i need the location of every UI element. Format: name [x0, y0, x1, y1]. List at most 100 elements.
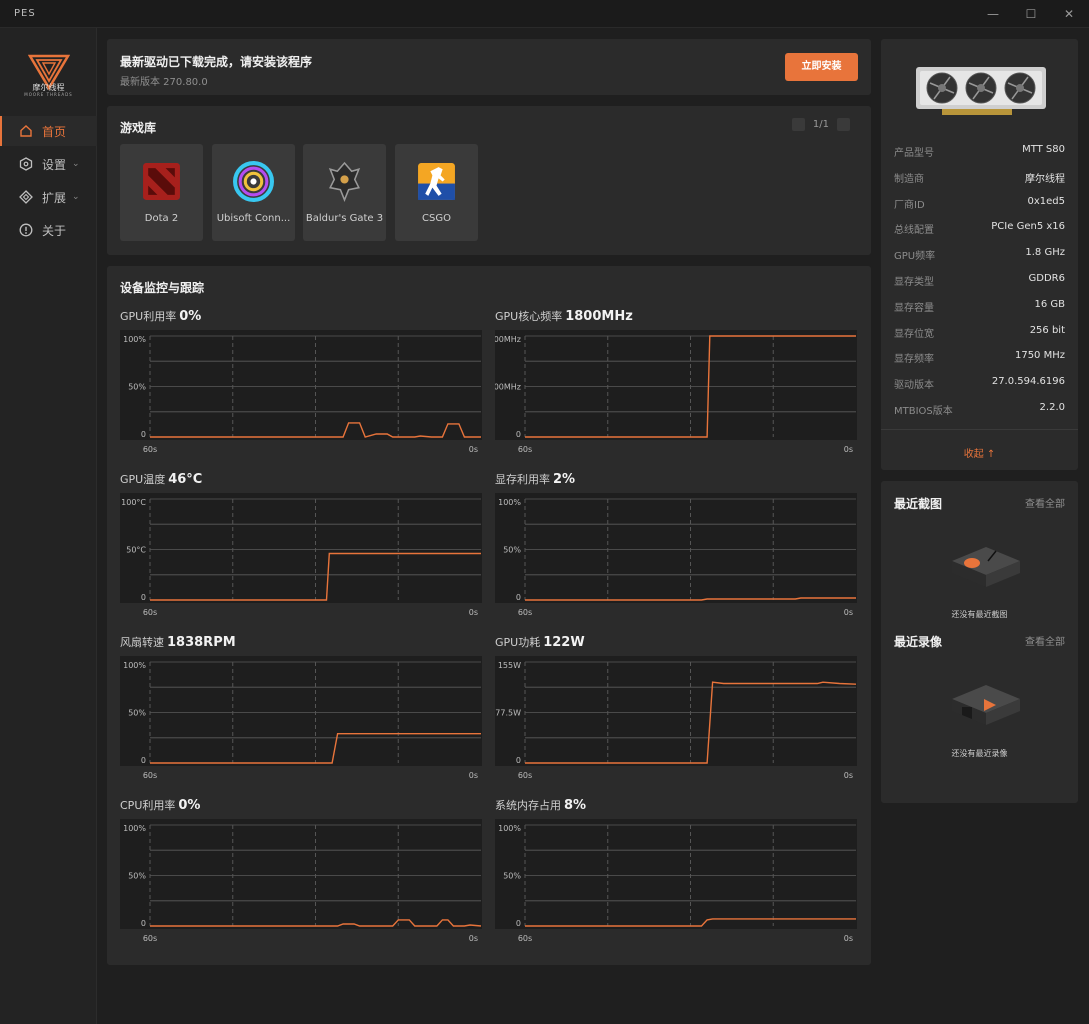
x-tick-right: 0s — [844, 771, 853, 780]
monitor-chart: 100% 50% 0 60s 0s — [120, 819, 482, 943]
monitor-chart: 1800MHz 900MHz 0 60s 0s — [495, 330, 857, 454]
library-pager: 1/1 — [784, 118, 858, 131]
spec-value: 1.8 GHz — [1025, 247, 1065, 259]
chart-label: CPU利用率 0% — [120, 797, 200, 813]
chart-metric-name: GPU温度 — [120, 473, 166, 486]
view-all-recordings-link[interactable]: 查看全部 — [1025, 633, 1065, 648]
baldurs-gate-3-icon — [328, 161, 361, 202]
prev-page-button[interactable] — [791, 118, 805, 131]
chart-background — [495, 330, 857, 440]
chart-metric-value: 2% — [553, 472, 576, 487]
x-tick-left: 60s — [518, 608, 532, 617]
y-tick-top: 155W — [498, 661, 521, 670]
game-tile-csgo[interactable]: CSGO — [395, 144, 478, 241]
monitor-chart: 100°C 50°C 0 60s 0s — [120, 493, 482, 617]
y-tick-top: 100% — [123, 335, 146, 344]
chart-label: GPU核心频率 1800MHz — [495, 308, 633, 324]
x-tick-left: 60s — [518, 445, 532, 454]
x-tick-right: 0s — [469, 934, 478, 943]
game-name: CSGO — [422, 213, 451, 224]
game-tile-dota2[interactable]: Dota 2 — [120, 144, 203, 241]
sidebar: 摩尔线程 MOORE THREADS 首页 设置 ⌄ 扩展 ⌄ 关于 — [0, 28, 97, 1024]
x-tick-right: 0s — [844, 608, 853, 617]
chart-metric-value: 46°C — [168, 472, 203, 487]
chart-background — [120, 493, 482, 603]
spec-value: 16 GB — [1034, 298, 1065, 310]
banner-version: 最新版本 270.80.0 — [120, 77, 208, 88]
close-button[interactable]: ✕ — [1055, 4, 1083, 24]
spec-row: 厂商ID 0x1ed5 — [894, 196, 1065, 214]
home-icon — [18, 123, 34, 139]
y-tick-mid: 50% — [503, 872, 521, 881]
spec-key: 显存位宽 — [894, 328, 934, 340]
recent-recordings-title: 最近录像 — [894, 635, 943, 649]
spec-value: 摩尔线程 — [1025, 173, 1065, 185]
nav-item-label: 关于 — [42, 223, 67, 238]
chart-metric-name: CPU利用率 — [120, 799, 176, 812]
spec-key: 显存频率 — [894, 354, 934, 366]
spec-key: 显存容量 — [894, 302, 934, 314]
spec-key: MTBIOS版本 — [894, 406, 953, 417]
title-bar: PES — ☐ ✕ — [0, 0, 1089, 28]
install-now-button[interactable]: 立即安装 — [785, 53, 858, 81]
spec-row: 显存位宽 256 bit — [894, 325, 1065, 343]
chart-metric-name: GPU利用率 — [120, 310, 177, 323]
chart-metric-value: 1800MHz — [565, 309, 633, 324]
y-tick-mid: 50% — [128, 872, 146, 881]
chart-metric-name: 显存利用率 — [495, 473, 550, 486]
y-tick-top: 100% — [123, 661, 146, 670]
y-tick-bottom: 0 — [516, 756, 521, 765]
game-name: Baldur's Gate 3 — [305, 213, 384, 224]
chart-background — [495, 819, 857, 929]
x-tick-left: 60s — [143, 934, 157, 943]
extension-icon — [18, 189, 34, 205]
chart-label: GPU利用率 0% — [120, 308, 201, 324]
chart-background — [120, 330, 482, 440]
nav-item-settings[interactable]: 设置 ⌄ — [0, 149, 97, 179]
game-tile-ubisoft-connect[interactable]: Ubisoft Conn... — [212, 144, 295, 241]
y-tick-bottom: 0 — [141, 756, 146, 765]
chart-metric-value: 122W — [543, 635, 585, 650]
nav-item-extensions[interactable]: 扩展 ⌄ — [0, 182, 97, 212]
x-tick-right: 0s — [469, 608, 478, 617]
chart-label: GPU温度 46°C — [120, 471, 202, 487]
minimize-button[interactable]: — — [979, 4, 1007, 24]
no-recordings-text: 还没有最近录像 — [951, 749, 1008, 758]
y-tick-bottom: 0 — [516, 430, 521, 439]
csgo-icon — [418, 163, 455, 200]
x-tick-left: 60s — [143, 445, 157, 454]
chart-background — [495, 656, 857, 766]
chart-metric-value: 8% — [564, 798, 587, 813]
y-tick-mid: 50°C — [126, 546, 146, 555]
dota2-icon — [143, 163, 180, 200]
y-tick-bottom: 0 — [516, 593, 521, 602]
spec-key: 驱动版本 — [894, 380, 934, 392]
chart-metric-name: GPU核心频率 — [495, 310, 563, 323]
view-all-screenshots-link[interactable]: 查看全部 — [1025, 495, 1065, 510]
nav-item-about[interactable]: 关于 — [0, 215, 97, 245]
y-tick-bottom: 0 — [516, 919, 521, 928]
x-tick-right: 0s — [844, 934, 853, 943]
game-tile-baldurs-gate-3[interactable]: Baldur's Gate 3 — [303, 144, 386, 241]
spec-value: 256 bit — [1029, 324, 1065, 336]
x-tick-left: 60s — [518, 771, 532, 780]
nav-item-home[interactable]: 首页 — [0, 116, 97, 146]
spec-row: GPU频率 1.8 GHz — [894, 247, 1065, 265]
chart-metric-value: 0% — [178, 798, 201, 813]
next-page-button[interactable] — [837, 118, 850, 131]
spec-value: 2.2.0 — [1039, 402, 1065, 413]
collapse-link[interactable]: 收起 ↑ — [881, 445, 1078, 460]
game-name: Dota 2 — [144, 213, 179, 224]
y-tick-mid: 50% — [503, 546, 521, 555]
chevron-down-icon: ⌄ — [72, 192, 80, 202]
spec-row: 显存频率 1750 MHz — [894, 350, 1065, 368]
ubisoft-connect-icon — [233, 161, 274, 202]
spec-key: 厂商ID — [894, 199, 925, 211]
monitor-chart: 100% 50% 0 60s 0s — [495, 819, 857, 943]
gpu-card-image — [916, 67, 1046, 115]
chart-label: 显存利用率 2% — [495, 471, 575, 487]
y-tick-mid: 77.5W — [495, 709, 521, 718]
monitor-chart: 100% 50% 0 60s 0s — [495, 493, 857, 617]
maximize-button[interactable]: ☐ — [1017, 4, 1045, 24]
nav-item-label: 扩展 — [42, 190, 67, 205]
